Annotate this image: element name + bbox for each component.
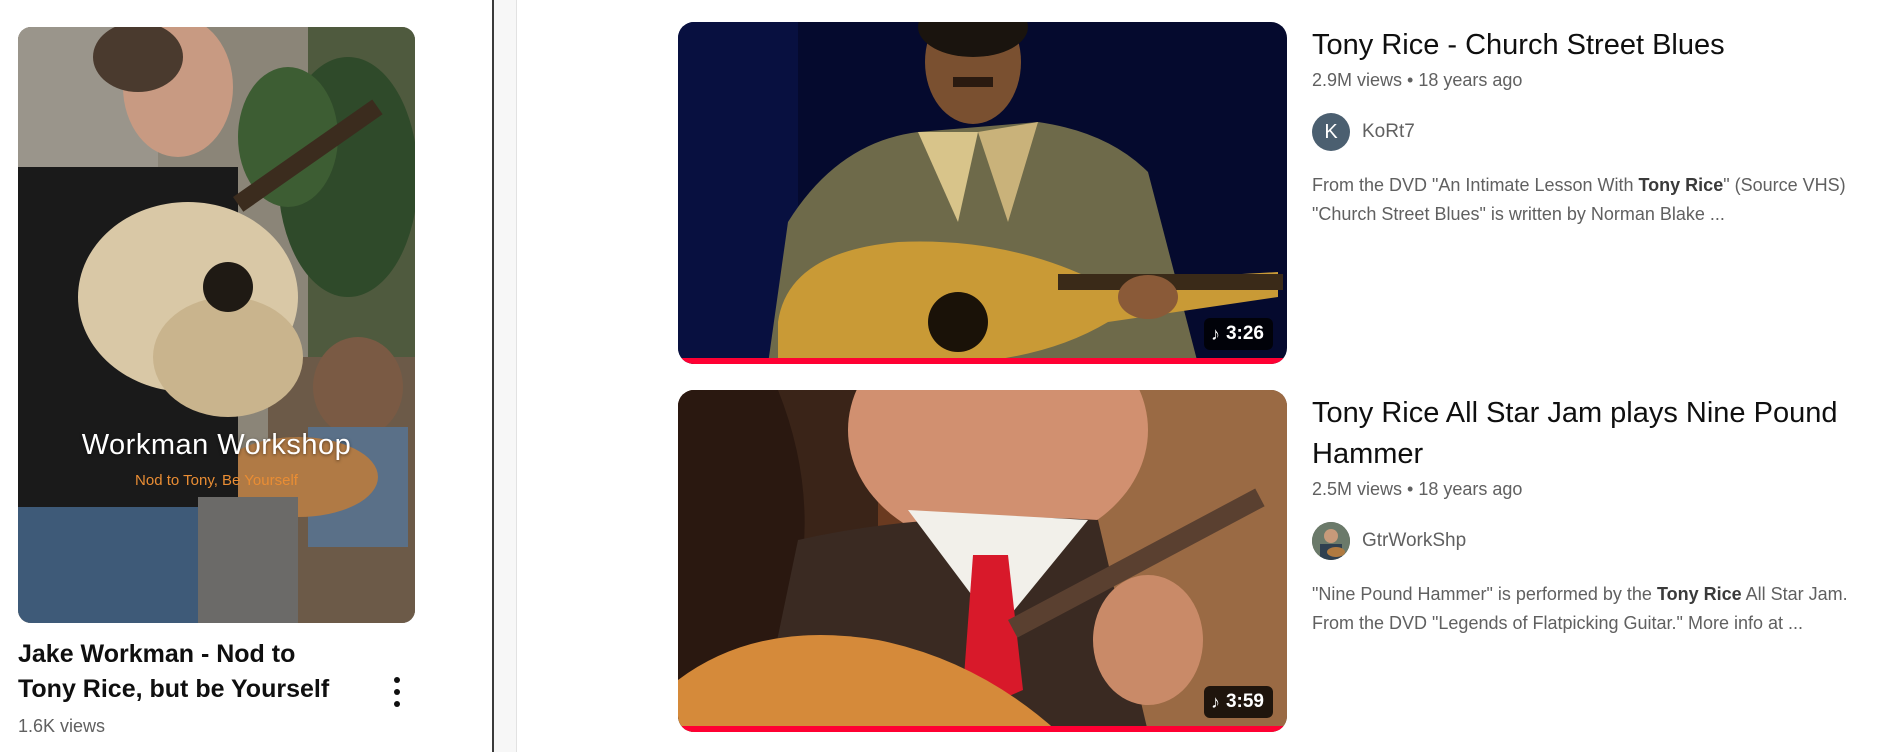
panel-border: [516, 0, 517, 752]
view-count: 2.5M views: [1312, 479, 1403, 499]
description-text: All Star Jam.: [1741, 584, 1848, 604]
description-line: "Nine Pound Hammer" is performed by the …: [1312, 580, 1878, 609]
description-highlight: Tony Rice: [1656, 584, 1742, 604]
duration-badge: ♪ 3:26: [1203, 318, 1273, 350]
meta-separator: •: [1407, 479, 1414, 499]
video-thumbnail[interactable]: ♪ 3:59: [678, 390, 1287, 732]
music-note-icon: ♪: [1210, 323, 1220, 344]
video-info: Tony Rice - Church Street Blues 2.9M vie…: [1312, 22, 1878, 229]
watch-progress-bar: [678, 358, 1287, 364]
upload-age: 18 years ago: [1418, 479, 1523, 499]
duration-text: 3:26: [1225, 323, 1264, 344]
short-thumbnail-image: [18, 27, 415, 623]
video-title[interactable]: Tony Rice All Star Jam plays Nine Pound …: [1312, 393, 1878, 475]
channel-link[interactable]: K KoRt7: [1312, 113, 1878, 151]
video-meta: 2.5M views • 18 years ago: [1312, 479, 1878, 500]
view-count: 2.9M views: [1312, 70, 1403, 90]
short-overlay-subtitle: Nod to Tony, Be Yourself: [135, 472, 298, 489]
kebab-dot: [394, 689, 400, 695]
video-info: Tony Rice All Star Jam plays Nine Pound …: [1312, 390, 1878, 638]
description-line: From the DVD "An Intimate Lesson With To…: [1312, 171, 1878, 200]
description-line: "Church Street Blues" is written by Norm…: [1312, 204, 1725, 224]
video-description: "Nine Pound Hammer" is performed by the …: [1312, 580, 1878, 638]
channel-name[interactable]: GtrWorkShp: [1362, 530, 1466, 552]
short-overlay-title: Workman Workshop: [81, 429, 352, 461]
description-text: "Nine Pound Hammer" is performed by the: [1312, 584, 1657, 604]
description-highlight: Tony Rice: [1638, 175, 1724, 195]
short-video-card[interactable]: Workman Workshop Nod to Tony, Be Yoursel…: [18, 27, 415, 736]
panel-gutter: [494, 0, 516, 752]
description-line: From the DVD "Legends of Flatpicking Gui…: [1312, 613, 1803, 633]
video-title[interactable]: Tony Rice - Church Street Blues: [1312, 25, 1878, 66]
more-vertical-icon[interactable]: [386, 677, 408, 707]
video-description: From the DVD "An Intimate Lesson With To…: [1312, 171, 1878, 229]
channel-avatar[interactable]: [1312, 522, 1350, 560]
avatar-image: [1312, 522, 1350, 560]
watch-progress-bar: [678, 726, 1287, 732]
video-thumbnail[interactable]: ♪ 3:26: [678, 22, 1287, 364]
music-note-icon: ♪: [1210, 691, 1220, 712]
short-views: 1.6K views: [18, 716, 106, 736]
upload-age: 18 years ago: [1418, 70, 1523, 90]
channel-avatar[interactable]: K: [1312, 113, 1350, 151]
channel-name[interactable]: KoRt7: [1362, 121, 1415, 143]
meta-separator: •: [1407, 70, 1414, 90]
kebab-dot: [394, 701, 400, 707]
kebab-dot: [394, 677, 400, 683]
video-meta: 2.9M views • 18 years ago: [1312, 70, 1878, 91]
short-title[interactable]: Jake Workman - Nod to Tony Rice, but be …: [18, 637, 348, 707]
channel-link[interactable]: GtrWorkShp: [1312, 522, 1878, 560]
duration-badge: ♪ 3:59: [1203, 686, 1273, 718]
video-thumbnail-image: [678, 390, 1287, 732]
duration-text: 3:59: [1225, 691, 1264, 712]
description-text: " (Source VHS): [1723, 175, 1846, 195]
video-thumbnail-image: [678, 22, 1287, 364]
description-text: From the DVD "An Intimate Lesson With: [1312, 175, 1639, 195]
short-thumbnail[interactable]: Workman Workshop Nod to Tony, Be Yoursel…: [18, 27, 415, 623]
